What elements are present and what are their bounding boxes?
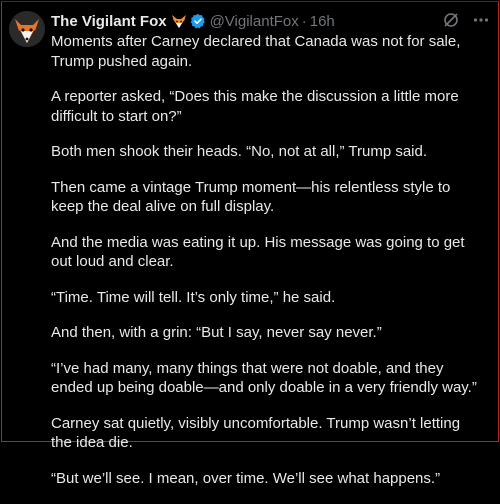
grok-icon[interactable] (442, 11, 460, 29)
tweet-paragraph: A reporter asked, “Does this make the di… (51, 88, 459, 125)
tweet-paragraph: “I’ve had many, many things that were no… (51, 359, 477, 397)
verified-badge-icon (190, 13, 206, 29)
tweet-paragraph: And the media was eating it up. His mess… (51, 233, 465, 271)
tweet: The Vigilant Fox @VigilantFox · 16h Mome… (0, 0, 500, 487)
more-icon[interactable] (472, 11, 490, 29)
tweet-paragraph: Both men shook their heads. “No, not at … (51, 143, 428, 160)
author-handle[interactable]: @VigilantFox (210, 13, 299, 30)
fox-avatar-icon[interactable] (9, 11, 45, 47)
tweet-paragraph: Moments after Carney declared that Canad… (51, 33, 461, 70)
fox-emoji-icon (171, 13, 187, 29)
tweet-paragraph: Then came a vintage Trump moment—his rel… (51, 178, 451, 216)
tweet-text: Moments after Carney declared that Canad… (51, 32, 483, 504)
header-separator: · (301, 12, 307, 30)
tweet-actions (442, 11, 490, 29)
tweet-header: The Vigilant Fox @VigilantFox · 16h (51, 10, 490, 32)
author-name[interactable]: The Vigilant Fox (51, 13, 167, 30)
tweet-paragraph: Carney sat quietly, visibly uncomfortabl… (51, 414, 461, 452)
tweet-paragraph: “But we’ll see. I mean, over time. We’ll… (51, 469, 441, 487)
tweet-time[interactable]: 16h (310, 13, 335, 30)
tweet-paragraph: “Time. Time will tell. It’s only time,” … (51, 288, 336, 306)
tweet-paragraph: And then, with a grin: “But I say, never… (51, 324, 382, 341)
